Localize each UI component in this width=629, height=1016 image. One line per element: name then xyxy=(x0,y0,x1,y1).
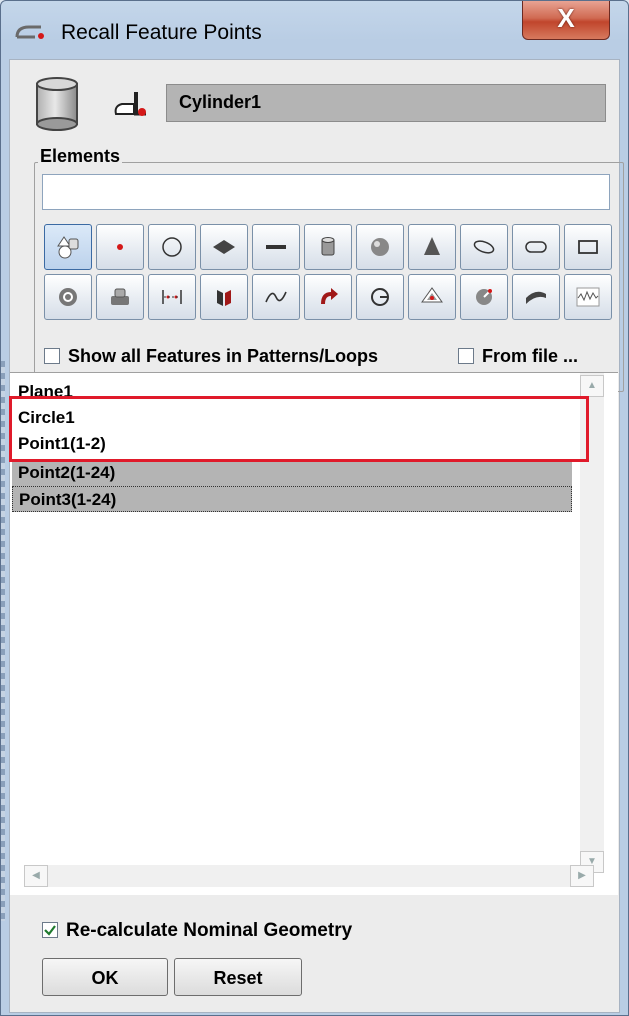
cylinder-icon xyxy=(36,77,78,131)
toolbar-button-sphere[interactable] xyxy=(356,224,404,270)
close-button[interactable]: X xyxy=(522,1,610,40)
toolbar-button-circle[interactable] xyxy=(148,224,196,270)
ok-button[interactable]: OK xyxy=(42,958,168,996)
horizontal-scrollbar[interactable]: ◀ ▶ xyxy=(24,865,594,887)
cylinder-icon xyxy=(321,237,335,256)
toolbar-button-plane[interactable] xyxy=(200,224,248,270)
scroll-left-icon[interactable]: ◀ xyxy=(24,865,48,887)
toolbar-button-ring[interactable] xyxy=(44,274,92,320)
toolbar-button-turn[interactable] xyxy=(304,274,352,320)
title-bar[interactable]: Recall Feature Points X xyxy=(1,1,628,59)
toolbar-button-curve[interactable] xyxy=(252,274,300,320)
profile-icon xyxy=(576,287,600,307)
probe-icon xyxy=(114,92,146,116)
show-all-features-label: Show all Features in Patterns/Loops xyxy=(68,346,379,366)
curve-icon xyxy=(265,291,287,303)
dialog-window: Recall Feature Points X Cylinder1 Elemen… xyxy=(0,0,629,1016)
list-item[interactable]: Point2(1-24) xyxy=(12,460,572,486)
recalculate-checkbox[interactable]: Re-calculate Nominal Geometry xyxy=(42,920,352,942)
angle-icon xyxy=(476,289,492,305)
selection-highlight-annotation xyxy=(9,396,589,462)
circle-icon xyxy=(162,237,182,257)
toolbar-button-freeform-surface[interactable] xyxy=(512,274,560,320)
rectangle-icon xyxy=(578,240,598,254)
recalculate-box[interactable] xyxy=(42,922,58,938)
distance-icon xyxy=(162,290,182,304)
recalculate-label: Re-calculate Nominal Geometry xyxy=(66,920,353,941)
dialog-body: Cylinder1 Elements Show all Features in … xyxy=(9,59,624,1013)
elements-group-label: Elements xyxy=(38,146,123,167)
line-icon xyxy=(266,245,286,249)
toolbar-button-cone[interactable] xyxy=(408,224,456,270)
ellipse-icon xyxy=(473,240,495,254)
sphere-icon xyxy=(371,238,389,256)
list-item[interactable]: Point3(1-24) xyxy=(12,486,572,512)
plane-icon xyxy=(213,240,235,254)
toolbar-button-line[interactable] xyxy=(252,224,300,270)
ring-icon xyxy=(59,288,77,306)
window-edge-decoration xyxy=(1,361,5,921)
toolbar-button-point[interactable] xyxy=(96,224,144,270)
close-icon: X xyxy=(557,3,575,33)
toolbar-button-all-types[interactable] xyxy=(44,224,92,270)
toolbar-button-ellipse[interactable] xyxy=(460,224,508,270)
symmetry-plane-icon xyxy=(217,290,231,306)
toolbar-button-step-cylinder[interactable] xyxy=(96,274,144,320)
toolbar-button-slot[interactable] xyxy=(512,224,560,270)
scroll-right-icon[interactable]: ▶ xyxy=(570,865,594,887)
freeform-surface-icon xyxy=(526,291,546,304)
show-all-features-checkbox[interactable]: Show all Features in Patterns/Loops xyxy=(44,346,378,367)
circle-point-icon xyxy=(371,288,389,306)
cone-icon xyxy=(424,237,440,255)
toolbar-button-profile[interactable] xyxy=(564,274,612,320)
checkmark-icon xyxy=(44,925,56,936)
toolbar-button-cylinder[interactable] xyxy=(304,224,352,270)
app-icon xyxy=(15,25,44,39)
toolbar-button-rectangle[interactable] xyxy=(564,224,612,270)
show-all-features-box[interactable] xyxy=(44,348,60,364)
from-file-box[interactable] xyxy=(458,348,474,364)
toolbar-button-angle[interactable] xyxy=(460,274,508,320)
point-icon xyxy=(117,244,123,250)
from-file-label: From file ... xyxy=(482,346,579,366)
elements-filter-input[interactable] xyxy=(42,174,610,210)
step-cylinder-icon xyxy=(111,288,129,305)
toolbar-button-symmetry-plane[interactable] xyxy=(200,274,248,320)
from-file-checkbox[interactable]: From file ... xyxy=(458,346,578,367)
toolbar-button-distance[interactable] xyxy=(148,274,196,320)
all-types-icon xyxy=(57,236,79,259)
slot-icon xyxy=(525,241,547,253)
toolbar-button-circle-point[interactable] xyxy=(356,274,404,320)
turn-icon xyxy=(321,288,338,304)
window-title: Recall Feature Points xyxy=(61,21,262,44)
feature-name-field: Cylinder1 xyxy=(166,84,606,122)
reset-button[interactable]: Reset xyxy=(174,958,302,996)
scroll-up-icon[interactable]: ▲ xyxy=(580,375,604,397)
toolbar-button-surface-point[interactable] xyxy=(408,274,456,320)
surface-point-icon xyxy=(421,287,443,303)
